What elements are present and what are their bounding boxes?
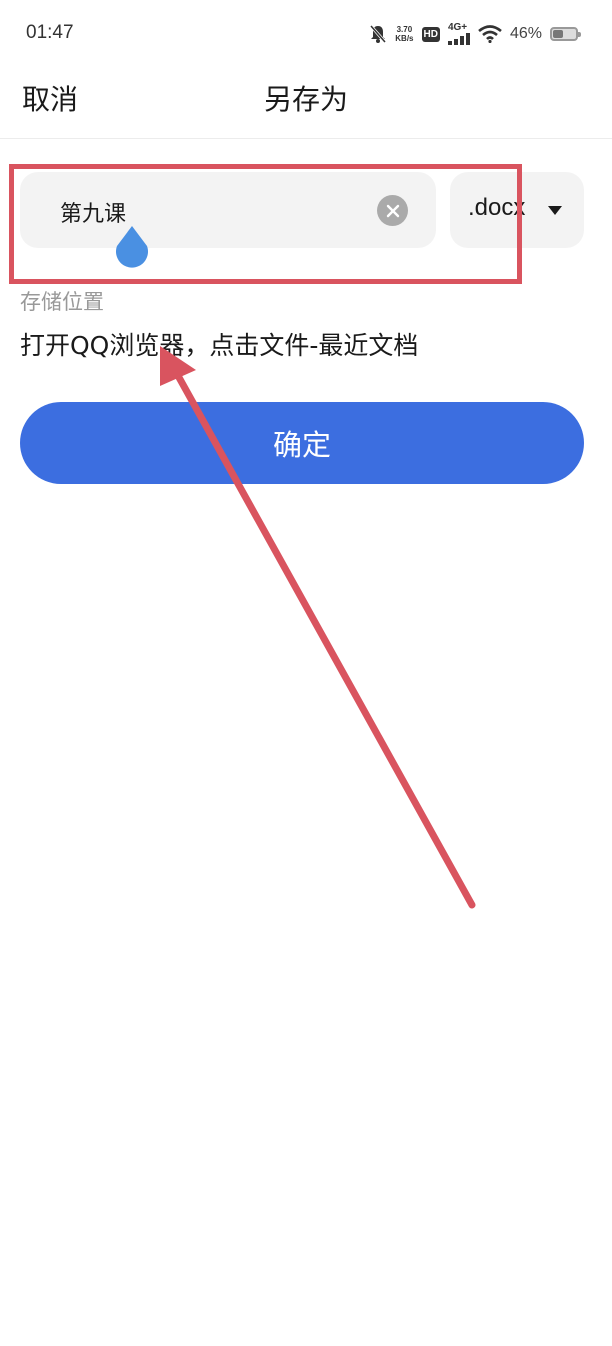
battery-percent: 46% <box>509 25 542 42</box>
net-speed-unit: KB/s <box>395 34 414 43</box>
header: 取消 另存为 <box>0 68 612 139</box>
storage-location-value: 打开QQ浏览器，点击文件-最近文档 <box>20 331 419 360</box>
filename-input[interactable]: 第九课 <box>20 172 436 248</box>
signal-icon <box>447 33 470 45</box>
network-type: 4G+ <box>447 22 468 33</box>
signal-indicator: 4G+ <box>447 22 470 45</box>
net-speed: 3.70 KB/s <box>395 25 413 43</box>
status-time: 01:47 <box>26 22 74 43</box>
battery-icon <box>550 27 581 41</box>
extension-value: .docx <box>468 194 526 221</box>
storage-location-label: 存储位置 <box>20 290 104 314</box>
battery-fill <box>553 30 563 38</box>
bell-off-icon <box>370 25 387 43</box>
wifi-icon <box>478 25 502 43</box>
battery-tip <box>578 32 581 37</box>
text-cursor-handle[interactable] <box>112 224 152 272</box>
page-title: 另存为 <box>263 83 348 116</box>
status-bar: 01:47 3.70 KB/s HD 4G+ 46% <box>0 0 612 68</box>
net-speed-value: 3.70 <box>396 25 413 34</box>
clear-icon <box>386 204 399 217</box>
status-icons: 3.70 KB/s HD 4G+ 46% <box>369 20 581 48</box>
extension-dropdown[interactable]: .docx <box>450 172 584 248</box>
confirm-button[interactable]: 确定 <box>20 402 584 484</box>
hd-badge: HD <box>421 26 440 42</box>
dropdown-caret-icon <box>548 206 562 215</box>
clear-button[interactable] <box>377 195 408 226</box>
